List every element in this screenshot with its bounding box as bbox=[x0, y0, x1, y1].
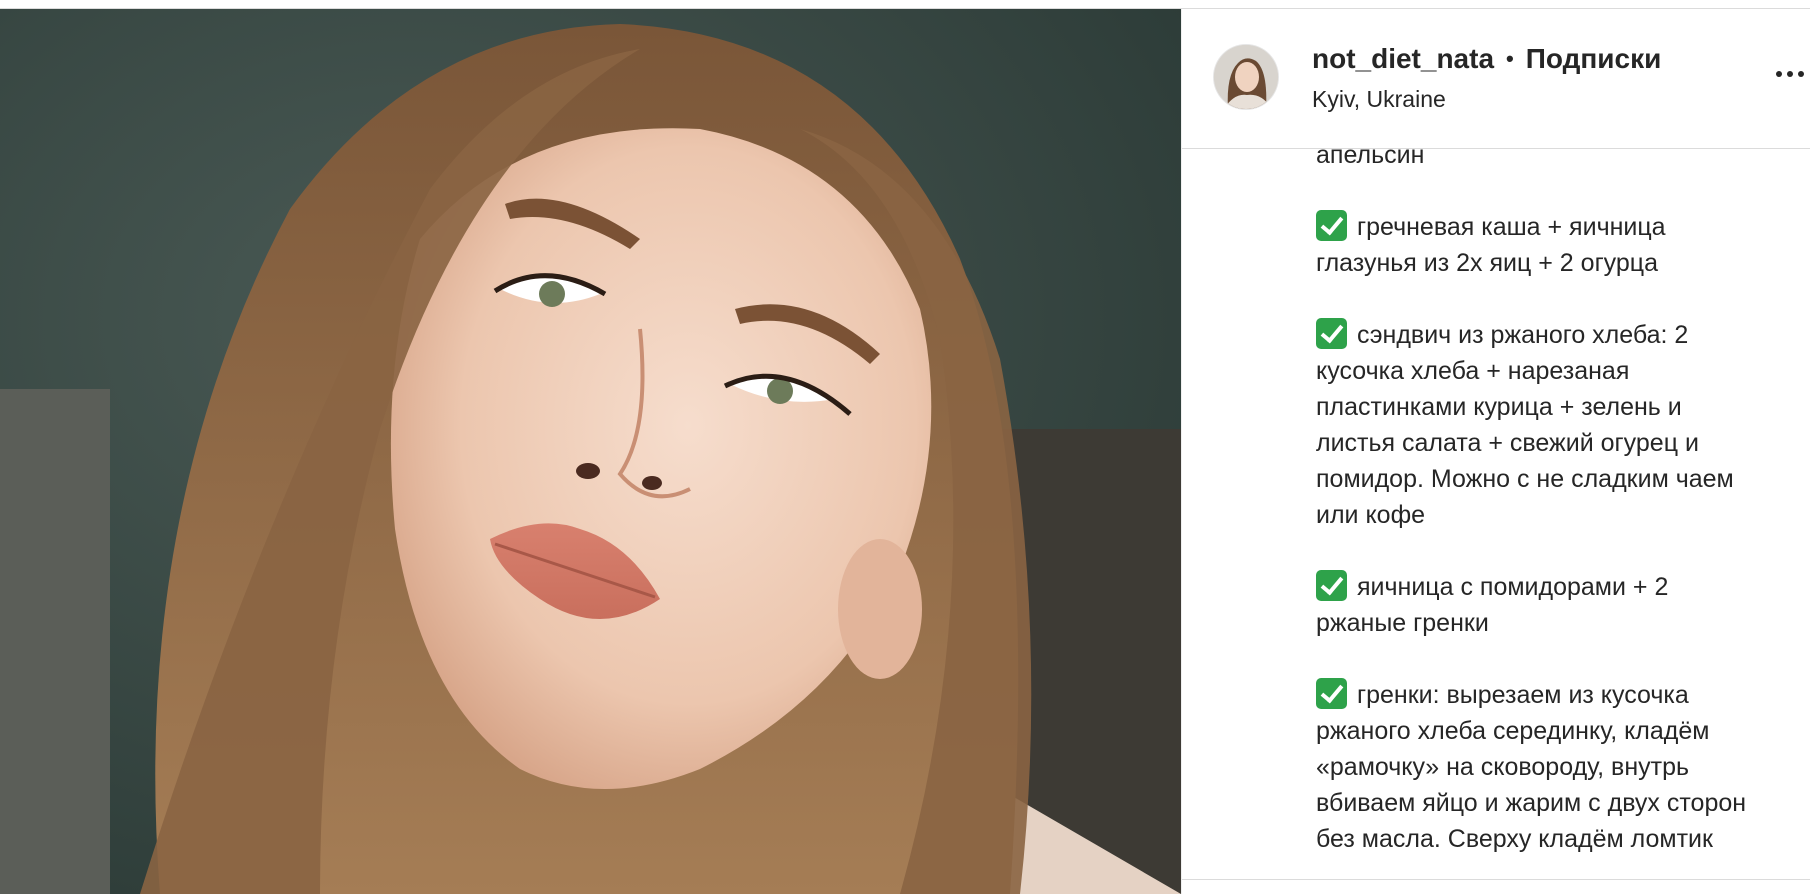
caption-paragraph: яичница с помидорами + 2 ржаные гренки bbox=[1316, 569, 1746, 641]
more-dot bbox=[1787, 71, 1793, 77]
header-title-row: not_diet_nata • Подписки bbox=[1312, 43, 1661, 75]
more-dot bbox=[1776, 71, 1782, 77]
caption-line: или кофе bbox=[1316, 501, 1426, 529]
post-caption: апельсин гречневая каша + яичница глазун… bbox=[1316, 149, 1810, 879]
caption-paragraph: гренки: вырезаем из кусочка ржаного хлеб… bbox=[1316, 677, 1746, 857]
caption-line: листья салата + свежий огурец и bbox=[1316, 429, 1699, 457]
check-mark-icon bbox=[1316, 570, 1347, 601]
caption-line: сэндвич из ржаного хлеба: 2 bbox=[1316, 317, 1746, 353]
post-photo[interactable] bbox=[0, 9, 1181, 894]
post-details-panel: not_diet_nata • Подписки Kyiv, Ukraine а… bbox=[1181, 9, 1810, 894]
caption-line: вбиваем яйцо и жарим с двух сторон bbox=[1316, 789, 1747, 817]
caption-paragraph: апельсин bbox=[1316, 149, 1746, 173]
avatar[interactable] bbox=[1214, 45, 1278, 109]
separator-dot: • bbox=[1506, 46, 1514, 71]
caption-line: без масла. Сверху кладём ломтик bbox=[1316, 825, 1713, 853]
location-link[interactable]: Kyiv, Ukraine bbox=[1312, 86, 1446, 113]
caption-bottom-divider bbox=[1182, 879, 1810, 880]
caption-line: гречневая каша + яичница bbox=[1316, 209, 1746, 245]
username-link[interactable]: not_diet_nata bbox=[1312, 43, 1494, 75]
top-divider bbox=[0, 0, 1810, 9]
instagram-post-view: not_diet_nata • Подписки Kyiv, Ukraine а… bbox=[0, 0, 1810, 894]
caption-line: глазунья из 2х яиц + 2 огурца bbox=[1316, 249, 1659, 277]
caption-line: помидор. Можно с не сладким чаем bbox=[1316, 465, 1734, 493]
caption-line: ржаного хлеба серединку, кладём bbox=[1316, 717, 1710, 745]
post-header: not_diet_nata • Подписки Kyiv, Ukraine bbox=[1182, 9, 1810, 149]
caption-paragraph: сэндвич из ржаного хлеба: 2 кусочка хлеб… bbox=[1316, 317, 1746, 533]
caption-text: апельсин гречневая каша + яичница глазун… bbox=[1316, 149, 1746, 879]
caption-line: яичница с помидорами + 2 bbox=[1316, 569, 1746, 605]
caption-line-text: гренки: вырезаем из кусочка bbox=[1357, 681, 1689, 709]
caption-line: апельсин bbox=[1316, 149, 1425, 169]
caption-line-text: яичница с помидорами + 2 bbox=[1357, 573, 1669, 601]
check-mark-icon bbox=[1316, 210, 1347, 241]
following-button[interactable]: Подписки bbox=[1526, 43, 1662, 75]
check-mark-icon bbox=[1316, 318, 1347, 349]
more-dot bbox=[1798, 71, 1804, 77]
caption-line: «рамочку» на сковороду, внутрь bbox=[1316, 753, 1690, 781]
caption-line-text: сэндвич из ржаного хлеба: 2 bbox=[1357, 321, 1689, 349]
caption-line: ржаные гренки bbox=[1316, 609, 1489, 637]
caption-line: пластинками курица + зелень и bbox=[1316, 393, 1682, 421]
caption-paragraph: гречневая каша + яичница глазунья из 2х … bbox=[1316, 209, 1746, 281]
caption-line: гренки: вырезаем из кусочка bbox=[1316, 677, 1746, 713]
caption-line: кусочка хлеба + нарезаная bbox=[1316, 357, 1630, 385]
check-mark-icon bbox=[1316, 678, 1347, 709]
caption-line-text: гречневая каша + яичница bbox=[1357, 213, 1666, 241]
more-options-icon[interactable] bbox=[1776, 59, 1810, 89]
